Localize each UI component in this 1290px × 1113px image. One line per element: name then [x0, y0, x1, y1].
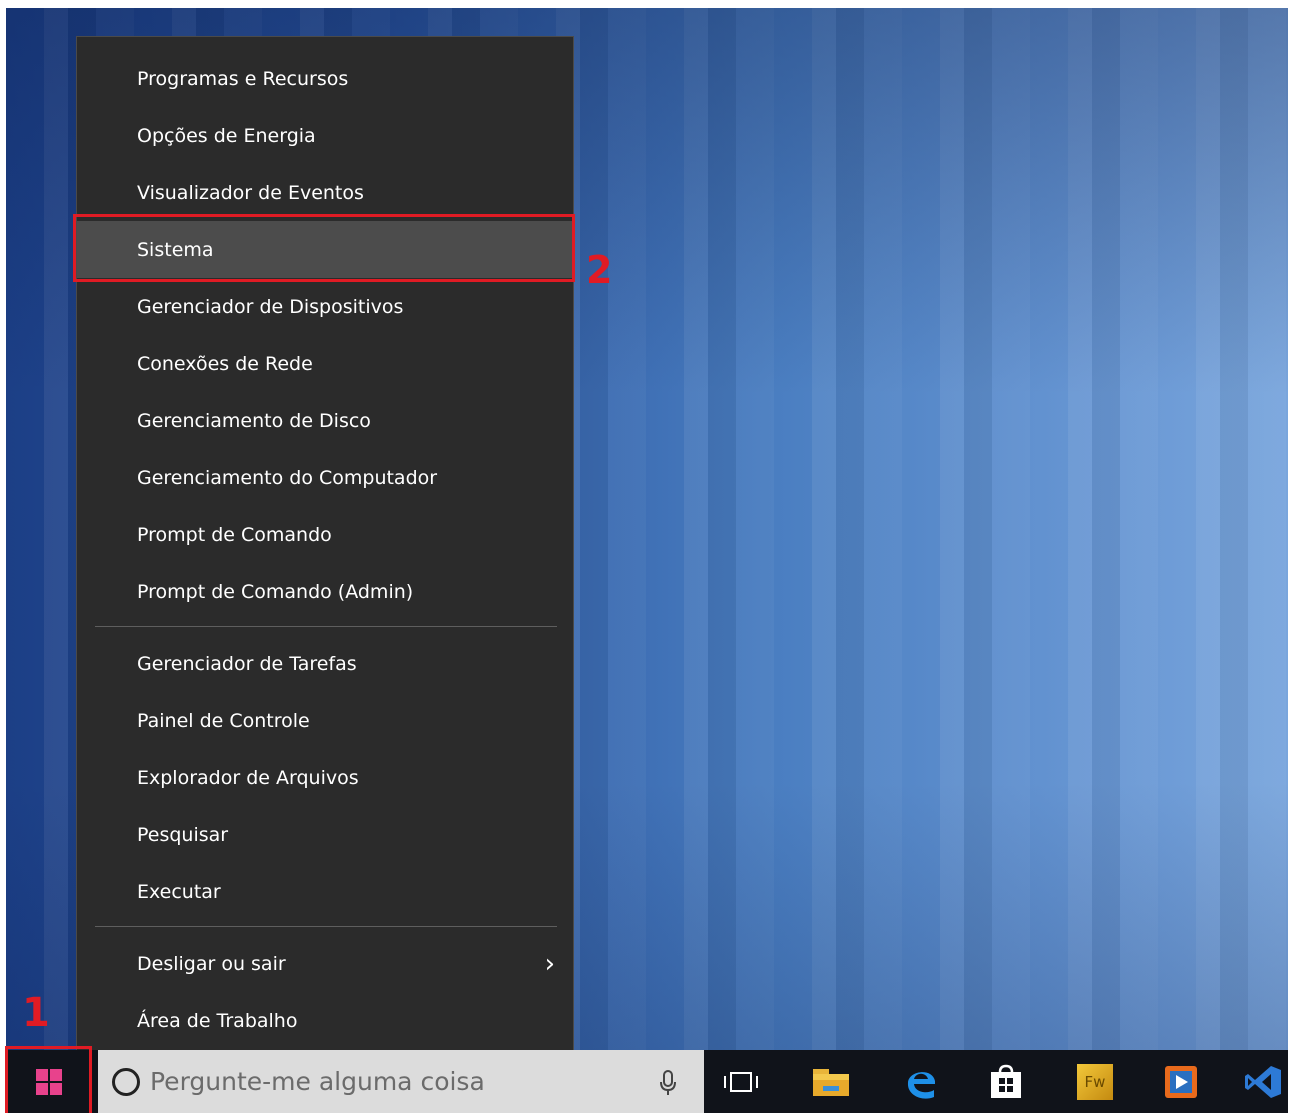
menu-item-label: Prompt de Comando	[137, 523, 332, 546]
menu-divider	[95, 626, 557, 627]
menu-item-label: Painel de Controle	[137, 709, 310, 732]
media-player-icon	[1165, 1065, 1197, 1098]
store-icon	[991, 1064, 1021, 1098]
menu-item-conexoes-de-rede[interactable]: Conexões de Rede	[77, 335, 573, 392]
menu-item-opcoes-de-energia[interactable]: Opções de Energia	[77, 107, 573, 164]
annotation-highlight-start	[5, 1046, 92, 1113]
fireworks-icon-label: Fw	[1084, 1072, 1106, 1091]
menu-item-gerenciador-de-dispositivos[interactable]: Gerenciador de Dispositivos	[77, 278, 573, 335]
edge-button[interactable]	[886, 1050, 956, 1113]
fireworks-button[interactable]: Fw	[1060, 1050, 1130, 1113]
menu-item-label: Executar	[137, 880, 221, 903]
visual-studio-icon	[1245, 1065, 1281, 1098]
menu-item-label: Prompt de Comando (Admin)	[137, 580, 414, 603]
search-input[interactable]: Pergunte-me alguma coisa	[98, 1050, 704, 1113]
menu-item-painel-de-controle[interactable]: Painel de Controle	[77, 692, 573, 749]
menu-item-executar[interactable]: Executar	[77, 863, 573, 920]
task-view-button[interactable]	[706, 1050, 776, 1113]
menu-item-label: Programas e Recursos	[137, 67, 349, 90]
search-placeholder: Pergunte-me alguma coisa	[150, 1067, 485, 1096]
annotation-step-2: 2	[586, 248, 613, 292]
menu-item-visualizador-de-eventos[interactable]: Visualizador de Eventos	[77, 164, 573, 221]
edge-icon	[907, 1071, 935, 1099]
menu-item-explorador-de-arquivos[interactable]: Explorador de Arquivos	[77, 749, 573, 806]
menu-item-label: Gerenciamento do Computador	[137, 466, 438, 489]
fireworks-icon: Fw	[1077, 1063, 1113, 1100]
task-view-icon	[724, 1071, 758, 1092]
menu-item-gerenciador-de-tarefas[interactable]: Gerenciador de Tarefas	[77, 635, 573, 692]
menu-item-prompt-de-comando-admin[interactable]: Prompt de Comando (Admin)	[77, 563, 573, 620]
menu-item-programas-e-recursos[interactable]: Programas e Recursos	[77, 50, 573, 107]
file-explorer-button[interactable]	[796, 1050, 866, 1113]
menu-item-pesquisar[interactable]: Pesquisar	[77, 806, 573, 863]
cortana-icon	[112, 1067, 140, 1096]
menu-item-label: Visualizador de Eventos	[137, 181, 364, 204]
menu-item-label: Área de Trabalho	[137, 1009, 298, 1032]
menu-item-label: Opções de Energia	[137, 124, 316, 147]
menu-item-gerenciamento-do-computador[interactable]: Gerenciamento do Computador	[77, 449, 573, 506]
chevron-right-icon: ›	[544, 948, 555, 979]
menu-item-label: Conexões de Rede	[137, 352, 313, 375]
file-explorer-icon	[813, 1068, 849, 1096]
menu-item-label: Explorador de Arquivos	[137, 766, 359, 789]
microphone-icon[interactable]	[660, 1070, 676, 1096]
menu-item-label: Gerenciador de Dispositivos	[137, 295, 404, 318]
store-button[interactable]	[971, 1050, 1041, 1113]
annotation-highlight-sistema	[73, 214, 575, 282]
annotation-step-1: 1	[22, 990, 50, 1036]
menu-divider	[95, 926, 557, 927]
menu-item-label: Gerenciador de Tarefas	[137, 652, 357, 675]
visual-studio-button[interactable]	[1228, 1050, 1290, 1113]
menu-item-label: Desligar ou sair	[137, 952, 286, 975]
menu-item-desligar-ou-sair[interactable]: Desligar ou sair ›	[77, 935, 573, 992]
menu-item-label: Pesquisar	[137, 823, 229, 846]
menu-item-gerenciamento-de-disco[interactable]: Gerenciamento de Disco	[77, 392, 573, 449]
media-player-button[interactable]	[1146, 1050, 1216, 1113]
menu-item-area-de-trabalho[interactable]: Área de Trabalho	[77, 992, 573, 1049]
menu-item-label: Gerenciamento de Disco	[137, 409, 371, 432]
power-user-menu: Programas e Recursos Opções de Energia V…	[76, 36, 574, 1062]
menu-item-prompt-de-comando[interactable]: Prompt de Comando	[77, 506, 573, 563]
taskbar: Pergunte-me alguma coisa Fw	[6, 1050, 1288, 1113]
